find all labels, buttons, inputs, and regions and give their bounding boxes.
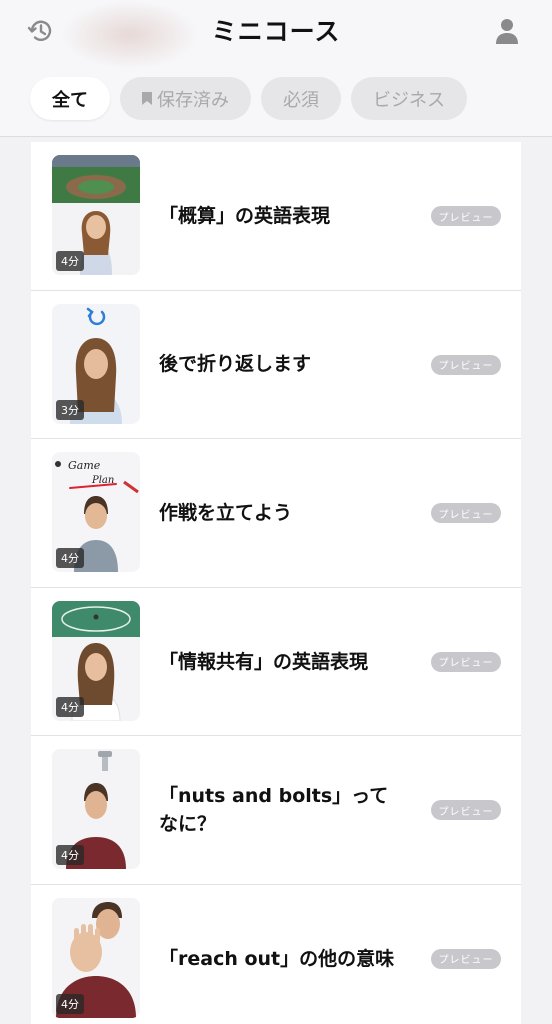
tab-label: ビジネス — [373, 89, 445, 111]
course-row[interactable]: 4分 「概算」の英語表現 プレビュー — [31, 142, 521, 291]
bookmark-icon — [142, 92, 152, 105]
page-title: ミニコース — [211, 17, 341, 46]
preview-badge[interactable]: プレビュー — [431, 503, 501, 524]
tab-required[interactable]: 必須 — [261, 77, 341, 120]
course-title: 後で折り返します — [159, 353, 312, 376]
course-thumbnail: 3分 — [52, 303, 140, 424]
person-icon — [496, 19, 518, 44]
tab-label: 全て — [52, 89, 88, 111]
header: ミニコース 全て 保存済み 必須 ビジネス — [0, 0, 552, 137]
preview-badge[interactable]: プレビュー — [431, 948, 501, 969]
duration-badge: 4分 — [56, 251, 84, 271]
preview-badge[interactable]: プレビュー — [431, 651, 501, 672]
course-title: 「概算」の英語表現 — [159, 204, 331, 227]
game-text: Game — [68, 459, 101, 472]
course-list: 4分 「概算」の英語表現 プレビュー 3分 後で折り返します プレビュー Gam… — [31, 142, 521, 1024]
course-title: 「情報共有」の英語表現 — [159, 650, 369, 673]
course-title: 「reach out」の他の意味 — [159, 947, 395, 970]
course-thumbnail: Game Plan 4分 — [52, 452, 140, 573]
preview-badge[interactable]: プレビュー — [431, 206, 501, 226]
course-row[interactable]: 3分 後で折り返します プレビュー — [31, 291, 521, 440]
course-thumbnail: 4分 — [52, 897, 140, 1018]
duration-badge: 4分 — [56, 993, 84, 1014]
course-title: 「nuts and bolts」ってなに？ — [159, 784, 389, 836]
filter-tabs: 全て 保存済み 必須 ビジネス — [30, 77, 467, 120]
preview-badge[interactable]: プレビュー — [431, 354, 501, 375]
course-title: 作戦を立てよう — [159, 501, 293, 524]
course-thumbnail: 4分 — [52, 155, 140, 275]
tab-label: 必須 — [283, 89, 319, 111]
duration-badge: 4分 — [56, 696, 84, 717]
tab-saved[interactable]: 保存済み — [120, 77, 251, 120]
profile-button[interactable] — [490, 14, 524, 48]
tab-all[interactable]: 全て — [30, 77, 110, 120]
duration-badge: 3分 — [56, 399, 84, 420]
course-row[interactable]: 4分 「情報共有」の英語表現 プレビュー — [31, 588, 521, 737]
course-thumbnail: 4分 — [52, 749, 140, 870]
duration-badge: 4分 — [56, 845, 84, 866]
tab-business[interactable]: ビジネス — [351, 77, 467, 120]
preview-badge[interactable]: プレビュー — [431, 800, 501, 821]
course-thumbnail: 4分 — [52, 600, 140, 721]
course-row[interactable]: 4分 「nuts and bolts」ってなに？ プレビュー — [31, 736, 521, 885]
course-row[interactable]: Game Plan 4分 作戦を立てよう プレビュー — [31, 439, 521, 588]
course-row[interactable]: 4分 「reach out」の他の意味 プレビュー — [31, 885, 521, 1024]
tab-label: 保存済み — [157, 89, 229, 111]
duration-badge: 4分 — [56, 548, 84, 569]
